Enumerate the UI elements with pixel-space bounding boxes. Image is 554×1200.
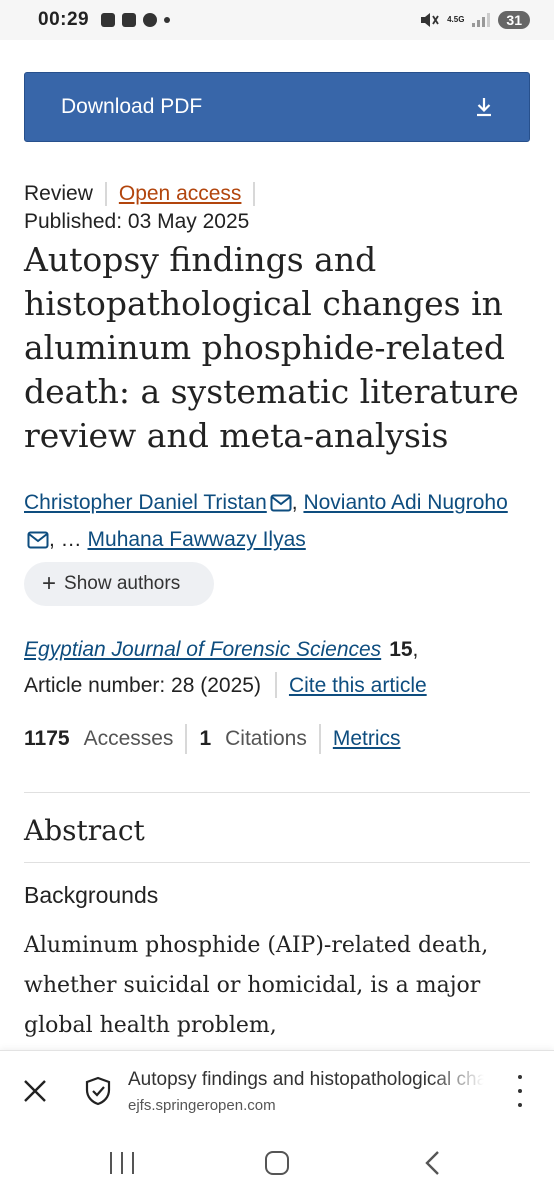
backgrounds-heading: Backgrounds xyxy=(24,882,159,908)
show-authors-label: Show authors xyxy=(64,573,181,594)
status-bar: 00:29 4.5G 31 xyxy=(0,0,554,40)
author-separator: , xyxy=(291,491,304,514)
download-pdf-button[interactable]: Download PDF xyxy=(24,72,530,142)
checkbox-icon xyxy=(122,13,137,27)
signal-icon xyxy=(472,13,491,27)
open-access-link[interactable]: Open access xyxy=(107,182,256,206)
published-date: Published: 03 May 2025 xyxy=(24,210,250,233)
mute-icon xyxy=(421,13,439,27)
clipboard-icon xyxy=(143,13,158,27)
network-label: 4.5G xyxy=(447,15,465,24)
divider xyxy=(24,792,530,793)
status-right: 4.5G 31 xyxy=(419,11,530,29)
citations-label: Citations xyxy=(225,727,307,750)
article-number: Article number: 28 (2025) xyxy=(24,674,261,697)
journal-info: Egyptian Journal of Forensic Sciences 15,… xyxy=(24,632,534,704)
author-link-second[interactable]: Novianto Adi Nugroho xyxy=(303,491,507,514)
system-nav-bar xyxy=(0,1130,554,1200)
more-options-icon[interactable] xyxy=(512,1075,528,1107)
divider xyxy=(24,862,530,863)
author-link-first[interactable]: Christopher Daniel Tristan xyxy=(24,491,267,514)
article-stats: 1175 Accesses 1 Citations Metrics xyxy=(24,722,401,756)
download-icon xyxy=(477,98,491,117)
journal-volume: 15 xyxy=(389,638,413,661)
battery-icon: 31 xyxy=(498,11,530,29)
separator xyxy=(318,724,321,754)
journal-volume-suffix: , xyxy=(412,638,419,661)
cite-article-link[interactable]: Cite this article xyxy=(289,674,427,697)
download-pdf-label: Download PDF xyxy=(61,95,203,118)
email-icon[interactable] xyxy=(270,494,292,512)
show-authors-button[interactable]: + Show authors xyxy=(24,562,214,606)
back-icon[interactable] xyxy=(422,1150,442,1176)
abstract-heading: Abstract xyxy=(24,814,145,847)
separator xyxy=(185,724,188,754)
abstract-text: Aluminum phosphide (AIP)-related death, … xyxy=(24,933,489,1038)
close-icon[interactable] xyxy=(22,1078,48,1104)
shield-icon[interactable] xyxy=(84,1076,112,1106)
separator xyxy=(274,672,277,698)
article-meta: Review Open access xyxy=(24,180,256,208)
page-title: Autopsy findings and histopathological c… xyxy=(128,1069,484,1090)
more-notifications-icon xyxy=(164,17,171,23)
status-time: 00:29 xyxy=(38,9,90,30)
browser-tab-bar: Autopsy findings and histopathological c… xyxy=(0,1050,554,1130)
author-ellipsis: , … xyxy=(49,528,88,551)
recents-icon[interactable] xyxy=(110,1152,134,1174)
email-icon[interactable] xyxy=(27,531,49,549)
article-type: Review xyxy=(24,182,107,206)
accesses-label: Accesses xyxy=(83,727,174,750)
notification-icons xyxy=(101,13,171,27)
accesses-count: 1175 xyxy=(24,727,70,750)
author-link-last[interactable]: Muhana Fawwazy Ilyas xyxy=(88,528,306,551)
article-title: Autopsy findings and histopathological c… xyxy=(24,240,519,455)
home-icon[interactable] xyxy=(265,1151,289,1175)
author-list: Christopher Daniel Tristan, Novianto Adi… xyxy=(24,484,524,558)
journal-link[interactable]: Egyptian Journal of Forensic Sciences xyxy=(24,638,381,661)
youtube-icon xyxy=(101,13,116,27)
citations-count: 1 xyxy=(199,727,212,750)
metrics-link[interactable]: Metrics xyxy=(333,727,401,751)
page-url: ejfs.springeropen.com xyxy=(128,1097,276,1114)
plus-icon: + xyxy=(42,570,57,597)
